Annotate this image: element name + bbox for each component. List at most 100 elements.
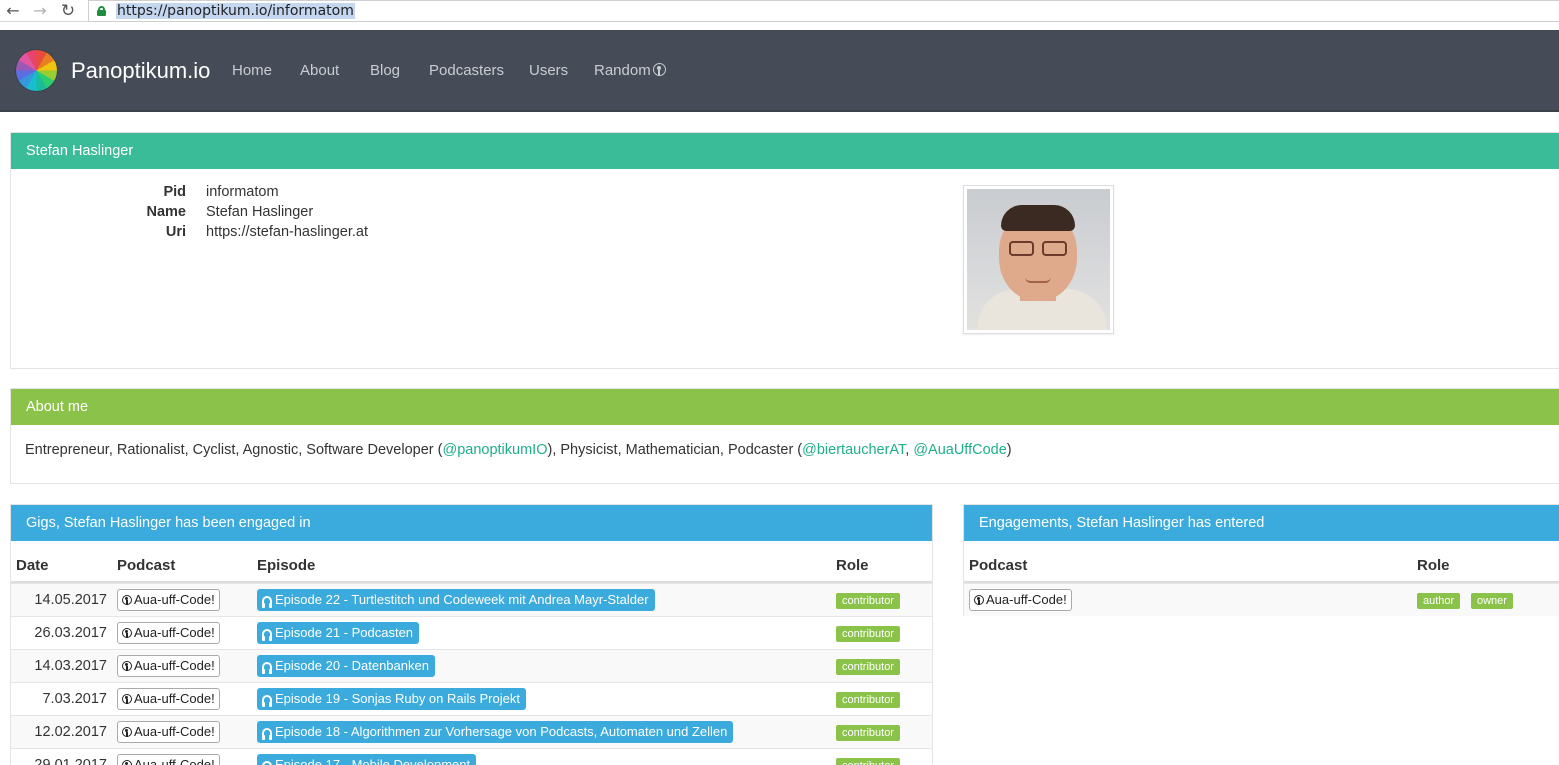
- episode-button[interactable]: Episode 17 - Mobile Development: [257, 754, 477, 765]
- column-header-podcast: Podcast: [969, 557, 1028, 574]
- podcast-button-label: Aua-uff-Code!: [134, 625, 215, 640]
- forward-arrow-icon[interactable]: →: [30, 1, 50, 21]
- podcast-icon: [122, 694, 132, 704]
- date-cell: 26.03.2017: [34, 625, 107, 641]
- podcast-icon: [122, 727, 132, 737]
- column-header-podcast: Podcast: [117, 557, 176, 574]
- avatar-photo: [967, 189, 1110, 330]
- headphones-icon: [262, 761, 272, 765]
- address-input[interactable]: https://panoptikum.io/informatom: [88, 0, 1559, 22]
- podcast-button-label: Aua-uff-Code!: [134, 691, 215, 706]
- table-row: 7.03.2017 Aua-uff-Code! Episode 19 - Sonja…: [11, 682, 932, 715]
- podcast-icon: [652, 63, 666, 76]
- podcast-button-label: Aua-uff-Code!: [134, 658, 215, 673]
- biertaucherat-link[interactable]: @biertaucherAT: [802, 442, 905, 458]
- nav-link-podcasters[interactable]: Podcasters: [429, 62, 504, 80]
- episode-button-label: Episode 22 - Turtlestitch und Codeweek m…: [275, 592, 649, 607]
- pid-value: informatom: [206, 184, 279, 200]
- profile-panel: Stefan Haslinger Pid informatom Name Ste…: [10, 132, 1559, 369]
- episode-button[interactable]: Episode 18 - Algorithmen zur Vorhersage …: [257, 721, 734, 743]
- table-row: 12.02.2017 Aua-uff-Code! Episode 18 - Algo…: [11, 715, 932, 748]
- name-value: Stefan Haslinger: [206, 204, 314, 220]
- podcast-icon: [122, 661, 132, 671]
- role-badge: author: [1417, 593, 1461, 609]
- nav-link-home[interactable]: Home: [232, 62, 272, 80]
- about-panel: About me Entrepreneur, Rationalist, Cycl…: [10, 388, 1559, 484]
- episode-button[interactable]: Episode 22 - Turtlestitch und Codeweek m…: [257, 589, 655, 611]
- nav-link-about[interactable]: About: [300, 62, 339, 80]
- auauffcode-link[interactable]: @AuaUffCode: [913, 442, 1006, 458]
- role-badge: owner: [1471, 593, 1513, 609]
- podcast-button-label: Aua-uff-Code!: [986, 592, 1067, 607]
- column-header-date: Date: [16, 557, 49, 574]
- headphones-icon: [262, 728, 272, 740]
- episode-button[interactable]: Episode 19 - Sonjas Ruby on Rails Projek…: [257, 688, 526, 710]
- headphones-icon: [262, 695, 272, 707]
- browser-url-bar: ← → ↻ https://panoptikum.io/informatom: [0, 0, 1559, 22]
- back-arrow-icon[interactable]: ←: [3, 1, 23, 21]
- podcast-icon: [974, 595, 984, 605]
- podcast-button[interactable]: Aua-uff-Code!: [117, 688, 220, 710]
- role-badge: contributor: [836, 593, 900, 609]
- episode-button-label: Episode 17 - Mobile Development: [275, 757, 471, 765]
- about-text: Entrepreneur, Rationalist, Cyclist, Agno…: [25, 442, 1012, 458]
- podcast-icon: [122, 595, 132, 605]
- episode-button-label: Episode 21 - Podcasten: [275, 625, 414, 640]
- column-header-role: Role: [836, 557, 869, 574]
- uri-value: https://stefan-haslinger.at: [206, 224, 369, 240]
- role-badge: contributor: [836, 725, 900, 741]
- podcast-button[interactable]: Aua-uff-Code!: [117, 655, 220, 677]
- gigs-panel: Gigs, Stefan Haslinger has been engaged …: [10, 504, 933, 765]
- name-label: Name: [146, 204, 187, 220]
- podcast-button[interactable]: Aua-uff-Code!: [117, 589, 220, 611]
- podcast-icon: [122, 628, 132, 638]
- podcast-button-label: Aua-uff-Code!: [134, 592, 215, 607]
- episode-button-label: Episode 19 - Sonjas Ruby on Rails Projek…: [275, 691, 520, 706]
- role-badge: contributor: [836, 659, 900, 675]
- podcast-icon: [122, 760, 132, 765]
- column-header-episode: Episode: [257, 557, 316, 574]
- role-badge: contributor: [836, 692, 900, 708]
- uri-label: Uri: [165, 224, 186, 240]
- podcast-button-label: Aua-uff-Code!: [134, 757, 215, 765]
- nav-link-blog[interactable]: Blog: [370, 62, 400, 80]
- column-header-role: Role: [1417, 557, 1450, 574]
- nav-link-random-label: Random: [594, 62, 651, 79]
- table-row: 26.03.2017 Aua-uff-Code! Episode 21 - Podc…: [11, 616, 932, 649]
- brand-name[interactable]: Panoptikum.io: [71, 58, 210, 84]
- podcast-button[interactable]: Aua-uff-Code!: [117, 754, 220, 765]
- episode-button-label: Episode 18 - Algorithmen zur Vorhersage …: [275, 724, 728, 739]
- podcast-button[interactable]: Aua-uff-Code!: [117, 721, 220, 743]
- episode-button[interactable]: Episode 21 - Podcasten: [257, 622, 420, 644]
- url-text: https://panoptikum.io/informatom: [116, 3, 355, 19]
- date-cell: 14.03.2017: [34, 658, 107, 674]
- headphones-icon: [262, 662, 272, 674]
- table-row: 14.03.2017 Aua-uff-Code! Episode 20 - Date…: [11, 649, 932, 682]
- role-badge: contributor: [836, 758, 900, 765]
- panoptikumio-link[interactable]: @panoptikumIO: [442, 442, 547, 458]
- table-row: 29.01.2017 Aua-uff-Code! Episode 17 - Mobi…: [11, 748, 932, 765]
- episode-button-label: Episode 20 - Datenbanken: [275, 658, 429, 673]
- avatar: [963, 185, 1114, 334]
- nav-link-users[interactable]: Users: [529, 62, 568, 80]
- date-cell: 12.02.2017: [34, 724, 107, 740]
- episode-button[interactable]: Episode 20 - Datenbanken: [257, 655, 435, 677]
- podcast-button[interactable]: Aua-uff-Code!: [969, 589, 1072, 611]
- engagements-heading: Engagements, Stefan Haslinger has entere…: [964, 505, 1559, 541]
- podcast-button[interactable]: Aua-uff-Code!: [117, 622, 220, 644]
- headphones-icon: [262, 629, 272, 641]
- podcast-button-label: Aua-uff-Code!: [134, 724, 215, 739]
- engagements-panel: Engagements, Stefan Haslinger has entere…: [963, 504, 1559, 616]
- nav-link-random[interactable]: Random: [594, 62, 666, 80]
- brand-logo-icon[interactable]: [16, 50, 57, 91]
- date-cell: 14.05.2017: [34, 592, 107, 608]
- role-badge: contributor: [836, 626, 900, 642]
- table-row: Aua-uff-Code! author owner: [964, 583, 1559, 616]
- profile-heading: Stefan Haslinger: [11, 133, 1559, 169]
- headphones-icon: [262, 596, 272, 608]
- about-heading: About me: [11, 389, 1559, 425]
- reload-icon[interactable]: ↻: [58, 1, 78, 21]
- gigs-heading: Gigs, Stefan Haslinger has been engaged …: [11, 505, 932, 541]
- lock-icon: [97, 6, 106, 16]
- top-navbar: Panoptikum.io Home About Blog Podcasters…: [0, 30, 1559, 112]
